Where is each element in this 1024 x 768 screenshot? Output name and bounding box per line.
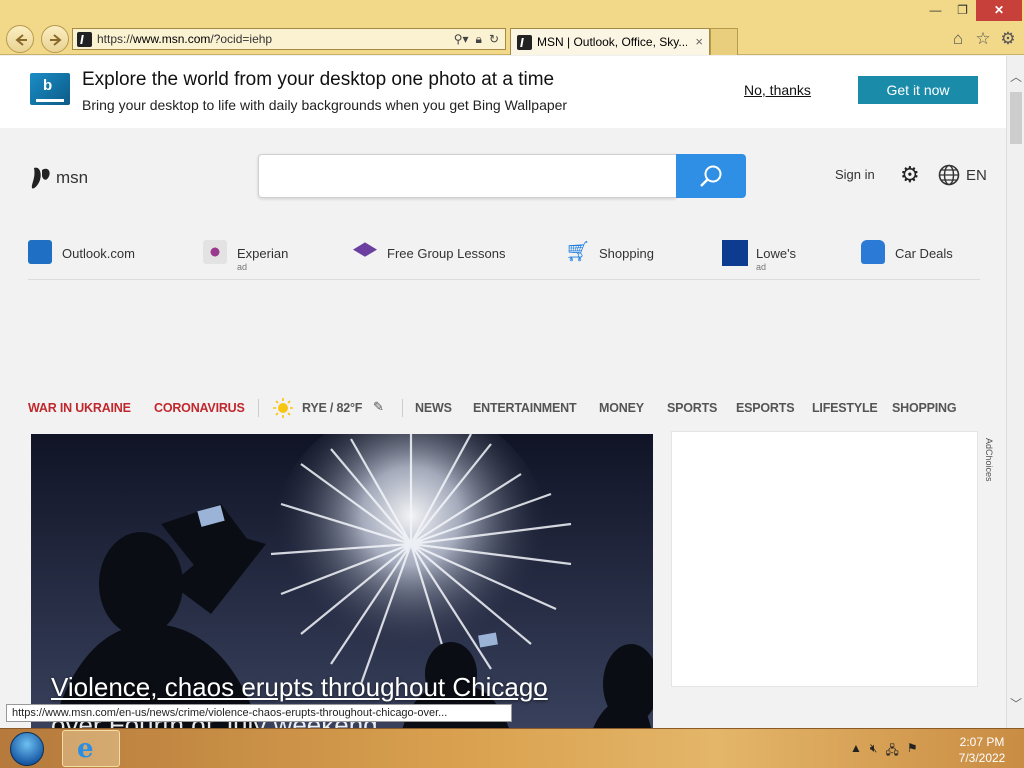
windows-taskbar: e ▲ 🔇︎ 🖧︎ ⚑ 2:07 PM 7/3/2022 bbox=[0, 728, 1024, 768]
no-thanks-link[interactable]: No, thanks bbox=[744, 82, 811, 98]
taskbar-internet-explorer[interactable]: e bbox=[62, 730, 120, 767]
quicklink-label: Outlook.com bbox=[62, 246, 135, 261]
quicklink-label: Experian bbox=[237, 246, 289, 261]
maximize-button[interactable]: ❐ bbox=[949, 0, 976, 21]
quicklink-label: Free Group Lessons bbox=[387, 246, 506, 261]
nav-lifestyle[interactable]: LIFESTYLE bbox=[812, 401, 878, 415]
quick-links-bar: Outlook.com Experian ad Free Group Lesso… bbox=[28, 238, 980, 280]
favorites-star-icon[interactable]: ☆ bbox=[973, 29, 993, 49]
tab-favicon-icon bbox=[517, 35, 532, 50]
bing-wallpaper-icon bbox=[30, 73, 70, 105]
hero-headline[interactable]: Violence, chaos erupts throughout Chicag… bbox=[51, 672, 548, 703]
edit-pencil-icon[interactable]: ✎ bbox=[373, 399, 384, 415]
nav-entertainment[interactable]: ENTERTAINMENT bbox=[473, 401, 577, 415]
hero-story[interactable]: Violence, chaos erupts throughout Chicag… bbox=[31, 434, 653, 728]
search-dropdown-icon[interactable]: ⚲▾ bbox=[454, 32, 469, 47]
forward-button[interactable] bbox=[41, 25, 69, 53]
msn-wordmark: msn bbox=[56, 168, 89, 187]
new-tab-button[interactable] bbox=[710, 28, 738, 55]
search-input[interactable] bbox=[258, 154, 676, 198]
volume-muted-icon[interactable]: 🔇︎ bbox=[870, 741, 878, 762]
msn-logo[interactable]: msn bbox=[30, 164, 90, 192]
lowes-icon bbox=[722, 240, 748, 266]
browser-chrome: https://www.msn.com/?ocid=iehp ⚲▾ 🔒︎ ↻ M… bbox=[0, 0, 1024, 55]
minimize-button[interactable]: — bbox=[922, 0, 949, 21]
banner-subtitle: Bring your desktop to life with daily ba… bbox=[82, 97, 568, 113]
page-viewport: Explore the world from your desktop one … bbox=[0, 56, 1006, 728]
car-icon bbox=[861, 240, 885, 264]
adchoices-label: AdChoices bbox=[984, 438, 994, 482]
refresh-icon[interactable]: ↻ bbox=[489, 32, 499, 47]
clock-time: 2:07 PM bbox=[959, 735, 1005, 749]
windows-logo-icon bbox=[10, 732, 44, 766]
quicklink-label: Car Deals bbox=[895, 246, 953, 261]
language-selector[interactable]: EN bbox=[966, 167, 987, 184]
back-button[interactable] bbox=[6, 25, 34, 53]
quicklink-label: Shopping bbox=[599, 246, 654, 261]
search-button[interactable] bbox=[676, 154, 746, 198]
msn-butterfly-icon bbox=[31, 167, 50, 189]
lock-icon[interactable]: 🔒︎ bbox=[476, 32, 482, 47]
clock-date: 7/3/2022 bbox=[958, 751, 1006, 765]
quicklink-label: Lowe's bbox=[756, 246, 797, 261]
internet-explorer-icon: e bbox=[77, 734, 94, 764]
tab-title: MSN | Outlook, Office, Sky... bbox=[537, 35, 687, 49]
graduation-cap-icon bbox=[353, 242, 377, 257]
scroll-up-icon[interactable]: ︿ bbox=[1010, 68, 1022, 85]
address-bar-actions: ⚲▾ 🔒︎ ↻ bbox=[454, 32, 499, 47]
msn-favicon-icon bbox=[77, 32, 92, 47]
nav-coronavirus[interactable]: CORONAVIRUS bbox=[154, 401, 245, 415]
tab-msn[interactable]: MSN | Outlook, Office, Sky... × bbox=[510, 28, 710, 55]
page-scrollbar[interactable]: ︿ ﹀ bbox=[1006, 56, 1024, 728]
forward-arrow-icon bbox=[50, 34, 62, 46]
banner-title: Explore the world from your desktop one … bbox=[82, 69, 555, 90]
ad-label: ad bbox=[756, 262, 767, 272]
system-tray: ▲ 🔇︎ 🖧︎ ⚑ bbox=[850, 741, 918, 762]
action-center-flag-icon[interactable]: ⚑ bbox=[907, 741, 918, 762]
back-arrow-icon bbox=[15, 34, 27, 46]
nav-divider bbox=[258, 399, 259, 417]
nav-divider bbox=[402, 399, 403, 417]
sign-in-link[interactable]: Sign in bbox=[835, 167, 875, 182]
nav-esports[interactable]: ESPORTS bbox=[736, 401, 795, 415]
tab-close-icon[interactable]: × bbox=[695, 34, 703, 49]
sunny-weather-icon bbox=[273, 398, 293, 418]
scroll-down-icon[interactable]: ﹀ bbox=[1010, 695, 1022, 712]
bing-wallpaper-banner: Explore the world from your desktop one … bbox=[0, 56, 1006, 128]
start-button[interactable] bbox=[6, 731, 50, 767]
experian-icon bbox=[203, 240, 227, 264]
address-url[interactable]: https://www.msn.com/?ocid=iehp bbox=[97, 32, 272, 46]
weather-location[interactable]: RYE / 82°F bbox=[302, 401, 362, 415]
scroll-thumb[interactable] bbox=[1010, 92, 1022, 144]
settings-gear-icon[interactable]: ⚙ bbox=[900, 162, 920, 188]
ad-label: ad bbox=[237, 262, 248, 272]
get-it-now-button[interactable]: Get it now bbox=[858, 76, 978, 104]
nav-war-in-ukraine[interactable]: WAR IN UKRAINE bbox=[28, 401, 131, 415]
globe-icon[interactable] bbox=[938, 164, 960, 186]
system-clock[interactable]: 2:07 PM 7/3/2022 bbox=[952, 734, 1012, 766]
tools-gear-icon[interactable]: ⚙ bbox=[998, 29, 1018, 49]
status-link-preview: https://www.msn.com/en-us/news/crime/vio… bbox=[6, 704, 512, 722]
search-icon bbox=[700, 165, 722, 187]
category-nav: WAR IN UKRAINE CORONAVIRUS RYE / 82°F ✎ … bbox=[28, 396, 988, 420]
adchoices-badge[interactable]: AdChoices bbox=[982, 438, 996, 518]
network-icon[interactable]: 🖧︎ bbox=[885, 741, 898, 762]
show-hidden-icons-icon[interactable]: ▲ bbox=[850, 741, 862, 762]
nav-shopping[interactable]: SHOPPING bbox=[892, 401, 957, 415]
close-window-button[interactable]: ✕ bbox=[976, 0, 1022, 21]
shopping-cart-icon: 🛒︎ bbox=[565, 241, 591, 263]
nav-sports[interactable]: SPORTS bbox=[667, 401, 717, 415]
nav-news[interactable]: NEWS bbox=[415, 401, 452, 415]
home-icon[interactable]: ⌂ bbox=[948, 29, 968, 49]
address-bar[interactable]: https://www.msn.com/?ocid=iehp ⚲▾ 🔒︎ ↻ bbox=[72, 28, 506, 50]
advertisement-panel[interactable] bbox=[671, 431, 978, 687]
nav-money[interactable]: MONEY bbox=[599, 401, 644, 415]
outlook-icon bbox=[28, 240, 52, 264]
